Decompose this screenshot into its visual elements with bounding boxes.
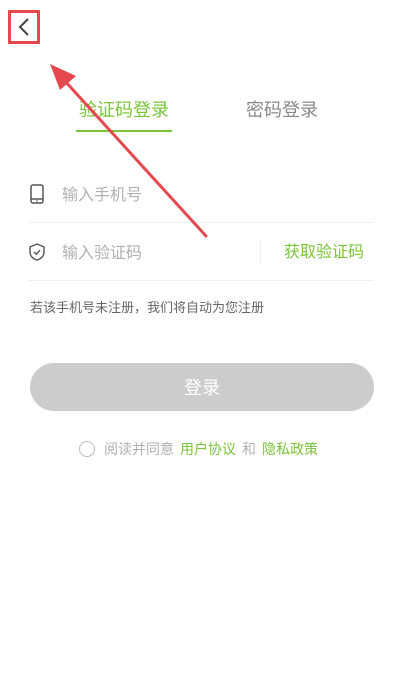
agree-prefix: 阅读并同意 <box>104 442 174 458</box>
privacy-policy-link[interactable]: 隐私政策 <box>262 439 318 459</box>
chevron-left-icon <box>18 18 29 36</box>
agree-and: 和 <box>242 442 256 458</box>
phone-icon <box>28 183 46 205</box>
tab-sms-login[interactable]: 验证码登录 <box>76 96 172 132</box>
tab-password-login[interactable]: 密码登录 <box>244 96 320 126</box>
agreement-row: 阅读并同意 用户协议 和 隐私政策 <box>0 438 400 460</box>
shield-icon <box>28 241 46 263</box>
back-button[interactable] <box>8 10 40 44</box>
login-button[interactable]: 登录 <box>30 363 374 411</box>
agree-radio[interactable] <box>79 441 95 457</box>
user-agreement-link[interactable]: 用户协议 <box>180 439 236 459</box>
register-hint: 若该手机号未注册，我们将自动为您注册 <box>30 301 265 316</box>
code-input[interactable] <box>60 241 264 263</box>
login-tabs: 验证码登录 密码登录 <box>0 96 400 136</box>
phone-input[interactable] <box>60 183 264 205</box>
code-divider <box>260 241 261 263</box>
phone-row <box>28 166 374 223</box>
code-row: 获取验证码 <box>28 224 374 281</box>
get-code-button[interactable]: 获取验证码 <box>284 224 364 280</box>
